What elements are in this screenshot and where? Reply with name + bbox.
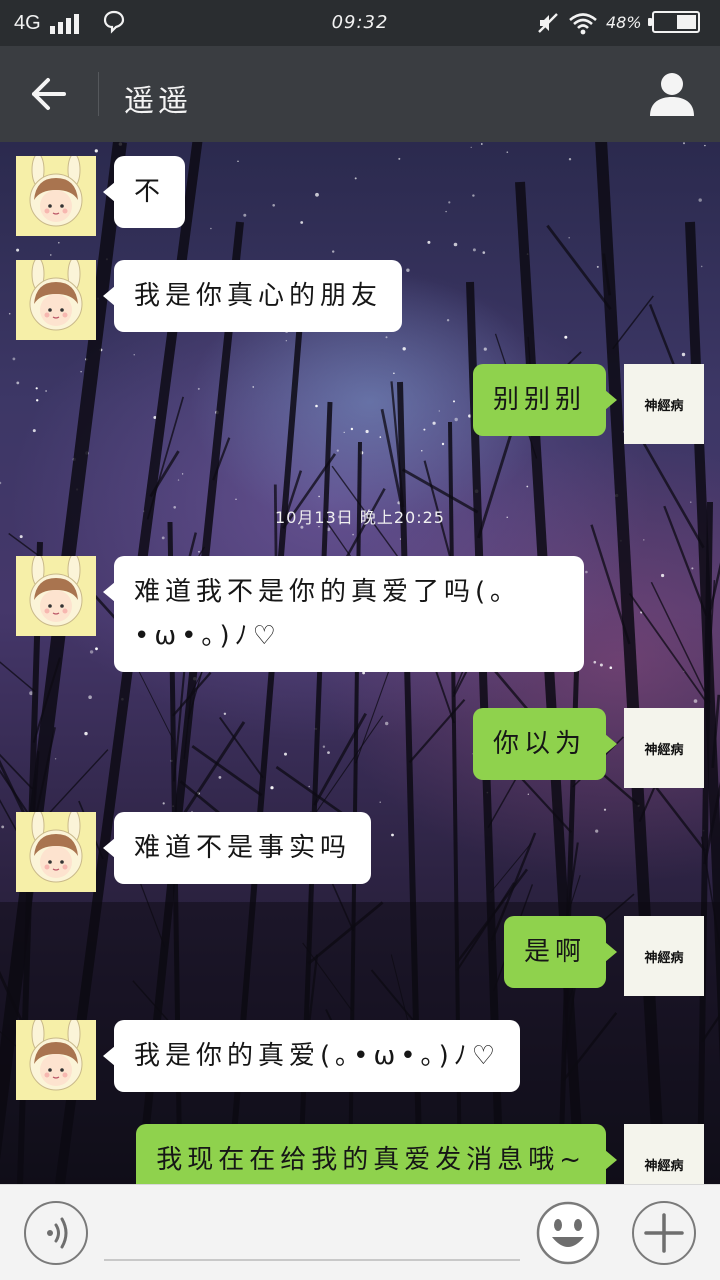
- voice-icon: [47, 1217, 68, 1249]
- plus-icon: [644, 1213, 684, 1253]
- sent-message[interactable]: 别别别: [472, 364, 618, 436]
- my-avatar[interactable]: 神經病: [624, 364, 704, 444]
- received-message[interactable]: 难道我不是你的真爱了吗(｡•ω•｡)ﾉ♡: [103, 556, 584, 672]
- received-message[interactable]: 我是你的真爱(｡•ω•｡)ﾉ♡: [102, 1020, 521, 1092]
- my-avatar[interactable]: 神經病: [624, 708, 704, 788]
- received-message[interactable]: 难道不是事实吗: [102, 812, 372, 884]
- message-input[interactable]: [104, 1205, 520, 1261]
- emoji-button[interactable]: [536, 1201, 600, 1265]
- my-avatar[interactable]: 神經病: [624, 1124, 704, 1184]
- received-message[interactable]: 我是你真心的朋友: [102, 260, 403, 332]
- chat-area[interactable]: 10月13日 晚上20:25 不 我是你真心的朋友 别别别 神經病 难道我不是你…: [0, 142, 720, 1184]
- sent-message[interactable]: 是啊: [503, 916, 618, 988]
- battery-level: [677, 15, 696, 29]
- my-avatar[interactable]: 神經病: [624, 916, 704, 996]
- chat-header: 遥遥: [0, 46, 720, 142]
- more-options-button[interactable]: [632, 1201, 696, 1265]
- message-timestamp: 10月13日 晚上20:25: [275, 508, 445, 527]
- contact-avatar[interactable]: [16, 260, 96, 340]
- battery-percent: 48%: [606, 13, 642, 32]
- contact-avatar[interactable]: [16, 1020, 96, 1100]
- smiley-icon: [536, 1201, 600, 1265]
- status-bar: 4G 09:32 48%: [0, 0, 720, 46]
- sent-message[interactable]: 你以为: [472, 708, 618, 780]
- contact-avatar[interactable]: [16, 156, 96, 236]
- person-icon: [650, 73, 694, 116]
- profile-button[interactable]: [646, 70, 698, 118]
- header-divider: [98, 72, 99, 116]
- contact-name: 遥遥: [124, 84, 192, 119]
- voice-button[interactable]: [24, 1201, 88, 1265]
- mute-icon: [538, 13, 558, 33]
- received-message[interactable]: 不: [102, 156, 186, 228]
- message-input-bar: [0, 1184, 720, 1280]
- contact-avatar[interactable]: [16, 812, 96, 892]
- contact-avatar[interactable]: [16, 556, 96, 636]
- sent-message[interactable]: 我现在在给我的真爱发消息哦~: [136, 1124, 617, 1184]
- back-button[interactable]: [22, 70, 78, 118]
- wifi-icon: [569, 13, 597, 35]
- battery-icon: [648, 11, 700, 33]
- arrow-left-icon: [32, 78, 66, 110]
